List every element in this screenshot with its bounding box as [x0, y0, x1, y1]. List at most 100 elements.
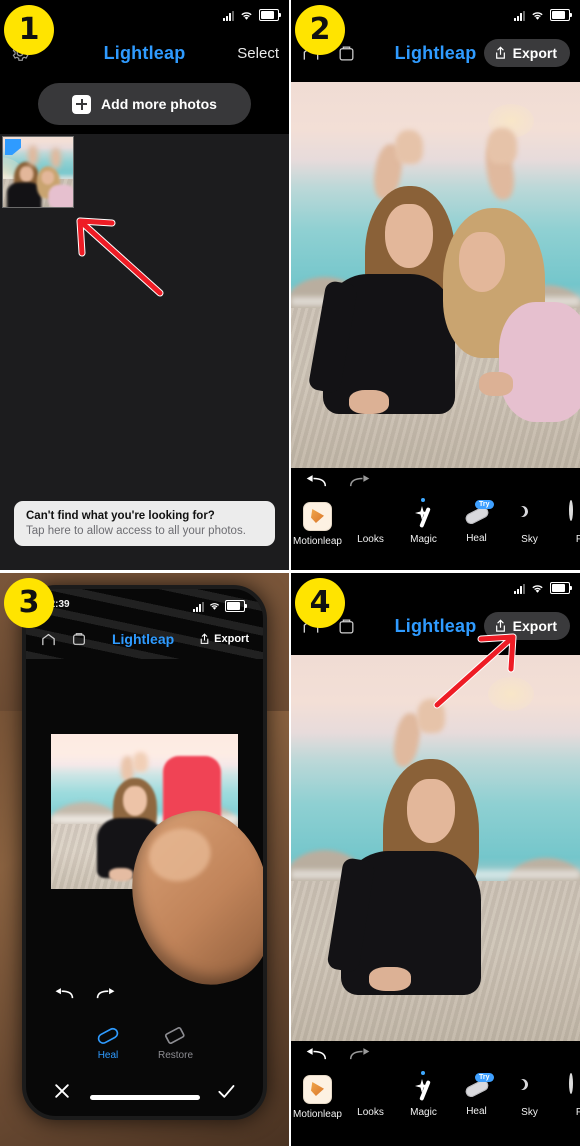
tool-sky[interactable]: Sky [503, 502, 556, 545]
tool-label: Motionleap [293, 536, 342, 547]
wifi-icon [209, 603, 220, 610]
tool-label: Heal [97, 1050, 119, 1061]
physical-phone: 12:39 Lightleap Export Heal Restore [22, 585, 267, 1120]
nav-right-group: Export [476, 612, 570, 640]
toast-title: Can't find what you're looking for? [26, 510, 215, 522]
phone-top-nav: Lightleap Export [26, 622, 263, 656]
share-up-icon [200, 633, 209, 644]
share-up-icon [495, 619, 505, 632]
redo-icon[interactable] [349, 1047, 371, 1061]
phone-undo-redo [54, 987, 116, 1000]
undo-icon[interactable] [305, 474, 327, 488]
tool-heal[interactable]: Try Heal [450, 500, 503, 544]
tool-label: Magic [410, 1107, 437, 1118]
tool-looks[interactable]: Looks [344, 1075, 397, 1118]
export-label: Export [512, 618, 557, 634]
photo-thumbnail[interactable] [2, 136, 74, 208]
tool-label: Looks [357, 1107, 384, 1118]
wifi-icon [532, 11, 543, 20]
tool-label: Sky [521, 534, 538, 545]
tool-magic[interactable]: Magic [397, 1071, 450, 1118]
tool-label: Filt [575, 534, 580, 545]
panel-step-4-editor-after: Lightleap Export Motionleap Looks Magic … [291, 573, 580, 1146]
redo-icon[interactable] [349, 474, 371, 488]
try-badge: Try [474, 1073, 494, 1082]
projects-icon[interactable] [71, 631, 87, 647]
tool-motionleap[interactable]: Motionleap [291, 502, 344, 547]
home-indicator [89, 1095, 200, 1100]
heal-bandage-icon [97, 1027, 119, 1044]
battery-icon [259, 9, 281, 21]
undo-icon[interactable] [54, 987, 74, 1000]
signal-icon [514, 10, 525, 21]
signal-icon [193, 601, 204, 612]
app-title: Lightleap [103, 42, 186, 63]
tool-filters[interactable]: Filt [556, 1073, 580, 1118]
undo-redo-strip [291, 1041, 580, 1067]
tool-label: Heal [466, 1106, 487, 1117]
tutorial-screenshot-grid: Lightleap Select Add more photos Can't f… [0, 0, 580, 1146]
step-badge-3: 3 [4, 578, 54, 628]
editor-photo-before[interactable] [291, 82, 580, 472]
step-badge-1: 1 [4, 5, 54, 55]
try-badge: Try [474, 500, 494, 509]
app-title: Lightleap [394, 615, 477, 636]
step-badge-4: 4 [295, 578, 345, 628]
select-button[interactable]: Select [237, 45, 279, 62]
tool-label: Magic [410, 534, 437, 545]
share-up-icon [495, 46, 505, 59]
wifi-icon [241, 11, 252, 20]
signal-icon [223, 10, 234, 21]
battery-icon [550, 582, 572, 594]
tool-label: Looks [357, 534, 384, 545]
undo-icon[interactable] [305, 1047, 327, 1061]
heal-bandage-icon: Try [464, 500, 494, 528]
nav-right-group: Select [185, 45, 279, 62]
panel-step-3-heal-brush: 12:39 Lightleap Export Heal Restore 3 [0, 573, 289, 1146]
editing-tools-bar: Motionleap Looks Magic Try Heal Sky F [291, 494, 580, 566]
home-icon[interactable] [40, 631, 57, 648]
export-label: Export [512, 45, 557, 61]
projects-icon[interactable] [337, 617, 356, 636]
tool-heal[interactable]: Try Heal [450, 1073, 503, 1117]
tool-heal[interactable]: Heal [96, 1024, 120, 1061]
export-button[interactable]: Export [199, 633, 249, 645]
heal-bandage-icon: Try [464, 1073, 494, 1101]
filters-icon [569, 1073, 573, 1094]
add-more-photos-button[interactable]: Add more photos [38, 83, 251, 125]
app-title: Lightleap [111, 631, 175, 647]
battery-icon [550, 9, 572, 21]
photo-access-toast[interactable]: Can't find what you're looking for? Tap … [14, 501, 275, 546]
export-button[interactable]: Export [483, 612, 570, 640]
heal-restore-tools: Heal Restore [26, 1024, 263, 1061]
export-button[interactable]: Export [483, 39, 570, 67]
phone-status-bar: 12:39 [26, 599, 263, 615]
export-label: Export [214, 633, 249, 645]
tool-restore[interactable]: Restore [158, 1024, 193, 1061]
tool-label: Restore [157, 1050, 193, 1061]
step-badge-2: 2 [295, 5, 345, 55]
signal-icon [514, 583, 525, 594]
tool-sky[interactable]: Sky [503, 1075, 556, 1118]
projects-icon[interactable] [337, 44, 356, 63]
motionleap-icon [303, 502, 332, 531]
tool-label: Sky [521, 1107, 538, 1118]
plus-icon [72, 94, 92, 114]
close-x-icon[interactable] [52, 1081, 72, 1101]
tool-filters[interactable]: Filt [556, 500, 580, 545]
editing-tools-bar: Motionleap Looks Magic Try Heal Sky F [291, 1067, 580, 1139]
magic-wand-icon [410, 1071, 437, 1102]
tool-looks[interactable]: Looks [344, 502, 397, 545]
tool-label: Motionleap [293, 1109, 342, 1120]
redo-icon[interactable] [96, 987, 116, 1000]
add-photos-bar: Add more photos [0, 76, 289, 132]
editor-photo-after[interactable] [291, 655, 580, 1045]
motionleap-icon [303, 1075, 332, 1104]
tool-motionleap[interactable]: Motionleap [291, 1075, 344, 1120]
tool-label: Filt [575, 1107, 580, 1118]
wifi-icon [532, 584, 543, 593]
magic-wand-icon [410, 498, 437, 529]
check-icon[interactable] [215, 1081, 237, 1101]
filters-icon [569, 500, 573, 521]
tool-magic[interactable]: Magic [397, 498, 450, 545]
